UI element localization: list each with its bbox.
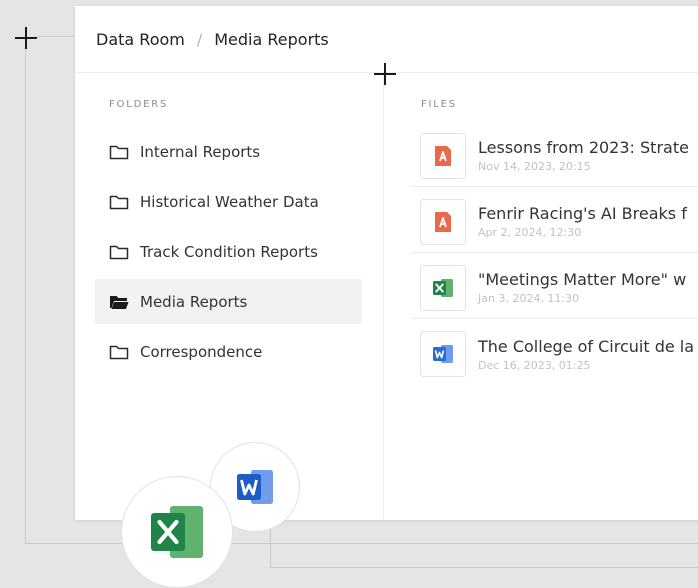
folders-label: FOLDERS <box>109 99 169 110</box>
file-row[interactable]: Lessons from 2023: Strate Nov 14, 2023, … <box>411 125 698 187</box>
crosshair-icon <box>374 63 396 85</box>
files-panel: FILES Lessons from 2023: Strate Nov 14, … <box>385 73 698 520</box>
file-row[interactable]: The College of Circuit de la Dec 16, 202… <box>411 323 698 385</box>
word-icon <box>237 470 273 504</box>
excel-icon <box>151 506 203 558</box>
folder-icon <box>109 145 129 159</box>
file-tile <box>420 264 466 311</box>
folder-icon <box>109 345 129 359</box>
folder-label: Media Reports <box>140 292 248 311</box>
breadcrumb-separator: / <box>196 29 203 49</box>
pdf-icon <box>435 211 451 232</box>
file-name: Lessons from 2023: Strate <box>478 138 689 157</box>
folder-item-correspondence[interactable]: Correspondence <box>95 329 362 374</box>
breadcrumb-current: Media Reports <box>214 29 329 49</box>
frame-line-inner-h <box>270 567 698 568</box>
folder-label: Historical Weather Data <box>140 192 319 211</box>
folder-label: Internal Reports <box>140 142 261 161</box>
folder-item-historical-weather-data[interactable]: Historical Weather Data <box>95 179 362 224</box>
excel-icon <box>433 278 453 297</box>
breadcrumb-root[interactable]: Data Room <box>96 30 185 49</box>
word-icon <box>433 345 453 363</box>
folder-item-media-reports[interactable]: Media Reports <box>95 279 362 324</box>
folder-item-internal-reports[interactable]: Internal Reports <box>95 129 362 174</box>
folder-icon <box>109 245 129 259</box>
frame-line-top <box>36 36 76 37</box>
pdf-icon <box>435 145 451 166</box>
file-date: Jan 3, 2024, 11:30 <box>478 292 580 305</box>
file-date: Dec 16, 2023, 01:25 <box>478 358 591 372</box>
folder-label: Track Condition Reports <box>140 242 318 261</box>
file-name: The College of Circuit de la <box>478 336 695 356</box>
file-row[interactable]: "Meetings Matter More" w Jan 3, 2024, 11… <box>411 257 698 319</box>
folder-item-track-condition-reports[interactable]: Track Condition Reports <box>95 229 362 274</box>
folder-label: Correspondence <box>140 342 263 361</box>
file-name: Fenrir Racing's AI Breaks f <box>478 204 687 223</box>
files-label: FILES <box>421 99 457 110</box>
file-row[interactable]: Fenrir Racing's AI Breaks f Apr 2, 2024,… <box>411 191 698 253</box>
excel-app-badge <box>122 477 232 587</box>
file-tile <box>420 198 466 245</box>
file-date: Nov 14, 2023, 20:15 <box>478 160 591 173</box>
file-name: "Meetings Matter More" w <box>478 270 687 289</box>
file-tile <box>420 331 466 377</box>
folder-open-icon <box>110 295 129 309</box>
folder-icon <box>109 195 129 209</box>
crosshair-icon <box>15 27 37 49</box>
file-date: Apr 2, 2024, 12:30 <box>478 226 582 239</box>
file-tile <box>420 132 466 179</box>
frame-line-left <box>25 36 26 544</box>
